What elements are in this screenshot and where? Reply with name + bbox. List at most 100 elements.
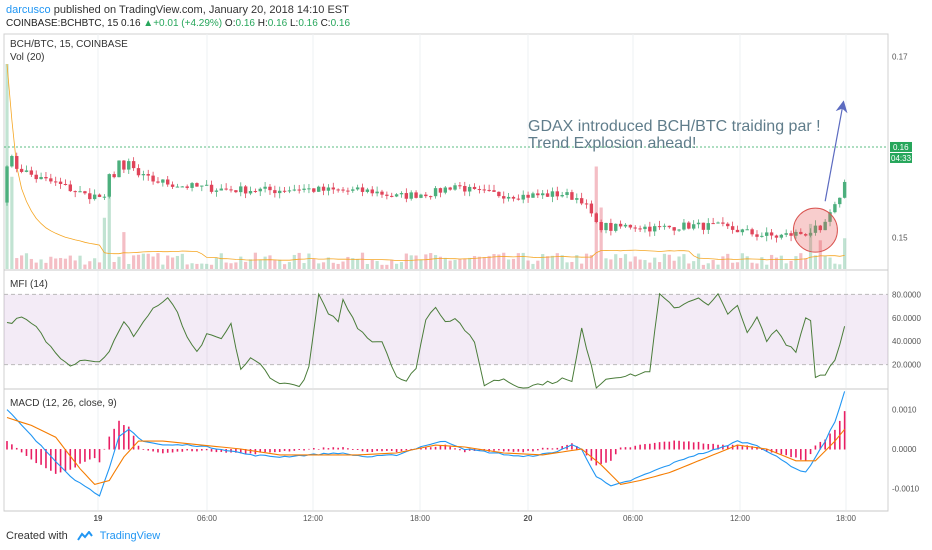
candle-body (49, 178, 53, 182)
macd-histogram-bar (517, 449, 520, 452)
candle-body (239, 186, 243, 193)
candle-body (721, 222, 725, 224)
candle-body (497, 191, 501, 197)
macd-histogram-bar (649, 443, 651, 450)
candle-body (448, 187, 452, 190)
macd-histogram-bar (692, 442, 695, 450)
macd-histogram-bar (390, 449, 393, 451)
macd-title: MACD (12, 26, close, 9) (10, 398, 117, 409)
macd-histogram-bar (35, 449, 38, 464)
candle-body (390, 195, 394, 197)
volume-bar (49, 256, 53, 269)
macd-histogram-bar (522, 449, 525, 453)
macd-histogram-bar (532, 449, 534, 452)
candle-body (428, 196, 433, 198)
candle-body (623, 224, 628, 227)
volume-bar (175, 255, 180, 269)
macd-histogram-bar (639, 444, 641, 450)
candle-body (385, 194, 389, 196)
volume-bar (58, 257, 63, 269)
candle-body (458, 185, 462, 187)
candle-body (560, 195, 564, 197)
tradingview-chart[interactable]: 0.17 0.15 80.0000 60.0000 40.0000 20.0000 0.00… (0, 0, 932, 550)
volume-bar (463, 258, 467, 269)
volume-bar (10, 176, 14, 269)
volume-bar (321, 262, 326, 269)
macd-histogram-bar (449, 446, 451, 450)
macd-histogram-bar (658, 442, 661, 450)
candle-body (297, 189, 301, 191)
volume-bar (570, 261, 574, 269)
volume-bar (716, 264, 720, 269)
macd-histogram-bar (74, 449, 76, 468)
candle-body (73, 191, 77, 193)
candle-body (633, 227, 637, 229)
countdown-text: 04:33 (891, 154, 912, 163)
macd-histogram-bar (103, 448, 106, 450)
macd-histogram-bar (298, 449, 300, 450)
macd-histogram-bar (371, 449, 374, 453)
candle-body (760, 235, 764, 237)
volume-bar (682, 254, 686, 269)
volume-bar (360, 252, 365, 269)
candle-body (701, 222, 706, 230)
macd-histogram-bar (288, 449, 291, 452)
candle-body (273, 190, 277, 194)
macd-histogram-bar (376, 449, 378, 452)
candle-body (638, 228, 642, 230)
volume-bar (584, 253, 589, 269)
volume-bar (565, 262, 569, 269)
candle-body (131, 161, 136, 169)
candle-body (565, 192, 569, 196)
macd-histogram-bar (454, 448, 456, 450)
volume-bar (662, 253, 667, 269)
candles (5, 152, 847, 243)
macd-histogram-bar (498, 449, 500, 451)
volume-bar (619, 257, 623, 269)
volume-bar (132, 255, 136, 269)
candle-body (667, 225, 672, 228)
volume-bar (180, 253, 184, 269)
macd-histogram-bar (322, 447, 325, 450)
candle-body (15, 156, 19, 169)
candle-body (161, 179, 165, 183)
volume-bar (399, 262, 404, 269)
candle-body (360, 187, 365, 192)
candle-body (234, 190, 238, 193)
candle-body (195, 183, 199, 187)
volume-bar (395, 263, 399, 269)
candle-body (711, 223, 715, 225)
macd-histogram-bar (108, 436, 111, 450)
candle-body (331, 187, 335, 190)
macd-histogram-bar (600, 449, 602, 464)
volume-bar (765, 264, 769, 269)
volume-bar (219, 253, 223, 269)
volume-bar (560, 255, 564, 269)
volume-bar (731, 262, 735, 269)
volume-bar (273, 260, 277, 269)
annotation-line-2: Trend Explosion ahead! (528, 135, 696, 152)
tradingview-brand[interactable]: TradingView (100, 530, 161, 542)
volume-bar (161, 264, 165, 269)
candle-body (351, 189, 355, 191)
candle-body (570, 192, 574, 200)
macd-layer (6, 391, 846, 497)
candle-body (68, 184, 73, 192)
volume-bar (813, 255, 818, 269)
macd-histogram-bar (313, 448, 315, 450)
macd-histogram-bar (624, 447, 627, 450)
macd-histogram-bar (653, 442, 656, 450)
volume-bar (166, 255, 170, 269)
volume-bar (740, 253, 744, 269)
volume-bar (414, 255, 418, 269)
macd-histogram-bar (147, 449, 150, 451)
volume-bar (282, 264, 287, 269)
candle-body (463, 185, 467, 192)
candle-body (740, 229, 745, 233)
macd-histogram-bar (556, 447, 559, 450)
time-axis-tick: 12:00 (303, 514, 324, 523)
candle-body (287, 190, 292, 192)
volume-bar (794, 256, 798, 269)
volume-bar (190, 263, 194, 269)
candle-body (117, 160, 121, 178)
